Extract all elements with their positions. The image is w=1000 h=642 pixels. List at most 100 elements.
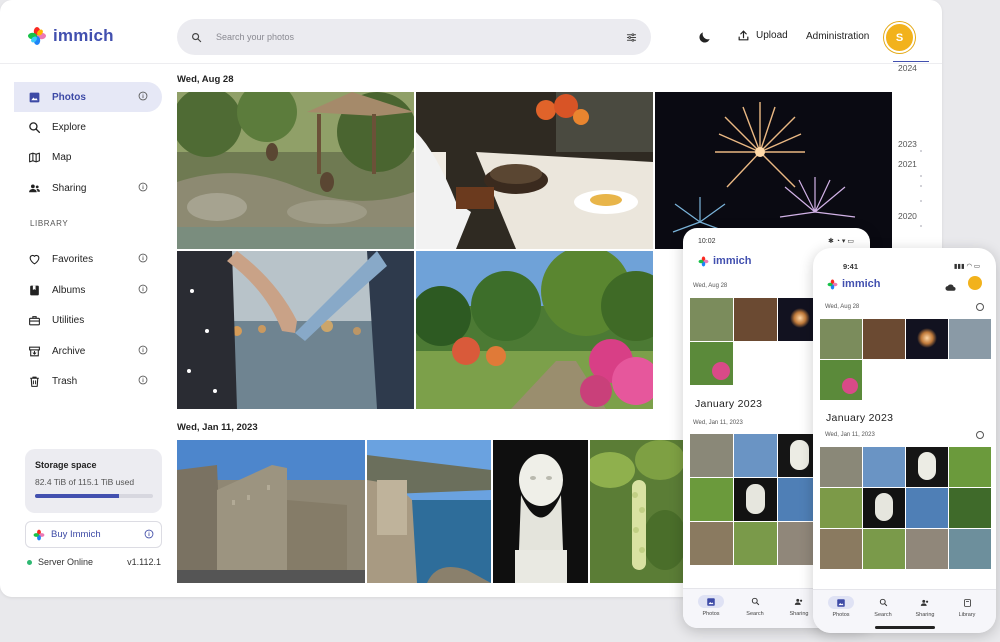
- photo-thumbnail[interactable]: [734, 434, 777, 477]
- sidebar-item-albums[interactable]: Albums: [14, 275, 162, 305]
- photo-thumbnail[interactable]: [820, 529, 862, 569]
- user-avatar[interactable]: [968, 276, 982, 290]
- photo-thumbnail[interactable]: [863, 488, 905, 528]
- search-icon: [192, 32, 202, 42]
- nav-label: Sharing: [789, 611, 809, 617]
- nav-photos[interactable]: Photos: [691, 595, 731, 617]
- photo-thumbnail[interactable]: [906, 488, 948, 528]
- photo-thumbnail[interactable]: [820, 319, 862, 359]
- app-name: immich: [53, 26, 114, 45]
- photo-thumbnail[interactable]: [416, 92, 653, 249]
- timeline-tick: [920, 200, 922, 202]
- photo-thumbnail[interactable]: [690, 342, 733, 385]
- timeline-year[interactable]: 2021: [898, 159, 917, 169]
- sidebar-item-label: Photos: [52, 91, 86, 103]
- status-bar-time: 10:02: [698, 238, 716, 245]
- photo-thumbnail[interactable]: [949, 529, 991, 569]
- sidebar-item-utilities[interactable]: Utilities: [14, 305, 162, 335]
- buy-immich-label: Buy Immich: [51, 529, 101, 540]
- photo-thumbnail[interactable]: [906, 529, 948, 569]
- heart-icon: [29, 254, 40, 264]
- nav-search[interactable]: Search: [735, 595, 775, 617]
- nav-library[interactable]: Library: [947, 596, 987, 618]
- photo-thumbnail[interactable]: [820, 360, 862, 400]
- photo-thumbnail[interactable]: [949, 319, 991, 359]
- photo-thumbnail[interactable]: [820, 488, 862, 528]
- cloud-upload-icon[interactable]: [945, 279, 956, 297]
- photo-thumbnail[interactable]: [863, 447, 905, 487]
- storage-progress-bar: [35, 494, 153, 498]
- photo-thumbnail[interactable]: [906, 319, 948, 359]
- photo-thumbnail[interactable]: [949, 447, 991, 487]
- photo-thumbnail[interactable]: [690, 298, 733, 341]
- photo-thumbnail[interactable]: [493, 440, 588, 583]
- search-options-icon[interactable]: [626, 32, 637, 43]
- photo-thumbnail[interactable]: [734, 522, 777, 565]
- info-icon[interactable]: [144, 529, 154, 539]
- sidebar-item-trash[interactable]: Trash: [14, 366, 162, 396]
- info-icon[interactable]: [138, 284, 148, 294]
- search-bar[interactable]: [177, 19, 651, 55]
- photo-thumbnail[interactable]: [590, 440, 685, 583]
- sidebar-item-sharing[interactable]: Sharing: [14, 173, 162, 203]
- photo-thumbnail[interactable]: [863, 529, 905, 569]
- date-group-title: Wed, Jan 11, 2023: [825, 432, 875, 438]
- storage-panel: Storage space 82.4 TiB of 115.1 TiB used: [25, 449, 162, 513]
- photo-thumbnail[interactable]: [690, 478, 733, 521]
- sidebar-item-favorites[interactable]: Favorites: [14, 244, 162, 274]
- search-input[interactable]: [216, 32, 626, 42]
- buy-immich-button[interactable]: Buy Immich: [25, 521, 162, 548]
- info-icon[interactable]: [138, 182, 148, 192]
- photo-thumbnail[interactable]: [820, 447, 862, 487]
- map-icon: [29, 152, 40, 162]
- select-all-icon[interactable]: [976, 431, 984, 439]
- photo-thumbnail[interactable]: [906, 447, 948, 487]
- photo-thumbnail[interactable]: [949, 488, 991, 528]
- theme-toggle-button[interactable]: [697, 29, 713, 45]
- photo-thumbnail[interactable]: [177, 92, 414, 249]
- upload-icon: [738, 30, 749, 41]
- date-group-title: Wed, Aug 28: [693, 283, 728, 289]
- photo-thumbnail[interactable]: [416, 251, 653, 409]
- nav-photos[interactable]: Photos: [821, 596, 861, 618]
- immich-logo: immich: [698, 255, 752, 267]
- month-title: January 2023: [826, 412, 894, 424]
- photo-thumbnail[interactable]: [863, 319, 905, 359]
- sidebar-item-explore[interactable]: Explore: [14, 112, 162, 142]
- photo-thumbnail[interactable]: [734, 298, 777, 341]
- immich-flower-icon: [28, 27, 46, 45]
- nav-sharing[interactable]: Sharing: [905, 596, 945, 618]
- photo-thumbnail[interactable]: [177, 251, 414, 409]
- sidebar-item-label: Trash: [52, 375, 78, 387]
- sidebar-item-photos[interactable]: Photos: [14, 82, 162, 112]
- photo-thumbnail[interactable]: [690, 434, 733, 477]
- select-all-icon[interactable]: [976, 303, 984, 311]
- sidebar-item-archive[interactable]: Archive: [14, 336, 162, 366]
- storage-progress-fill: [35, 494, 120, 498]
- user-avatar[interactable]: S: [884, 22, 915, 53]
- timeline-year[interactable]: 2020: [898, 211, 917, 221]
- immich-logo[interactable]: immich: [27, 26, 114, 46]
- photo-thumbnail[interactable]: [655, 92, 892, 249]
- nav-search[interactable]: Search: [863, 596, 903, 618]
- timeline-year[interactable]: 2024: [898, 63, 917, 73]
- trash-icon: [30, 376, 39, 387]
- info-icon[interactable]: [138, 253, 148, 263]
- photo-thumbnail[interactable]: [177, 440, 365, 583]
- photo-thumbnail[interactable]: [690, 522, 733, 565]
- administration-link[interactable]: Administration: [806, 31, 869, 42]
- sidebar-item-map[interactable]: Map: [14, 142, 162, 172]
- nav-label: Library: [958, 612, 976, 618]
- storage-usage-text: 82.4 TiB of 115.1 TiB used: [35, 477, 135, 487]
- info-icon[interactable]: [138, 91, 148, 101]
- sidebar-item-label: Archive: [52, 345, 86, 357]
- search-icon: [735, 595, 775, 608]
- timeline-year[interactable]: 2023: [898, 139, 917, 149]
- timeline-tick: [920, 150, 922, 152]
- photo-thumbnail[interactable]: [367, 440, 491, 583]
- photo-thumbnail[interactable]: [734, 478, 777, 521]
- home-indicator: [874, 626, 935, 629]
- upload-button[interactable]: Upload: [737, 29, 788, 42]
- info-icon[interactable]: [138, 375, 148, 385]
- info-icon[interactable]: [138, 345, 148, 355]
